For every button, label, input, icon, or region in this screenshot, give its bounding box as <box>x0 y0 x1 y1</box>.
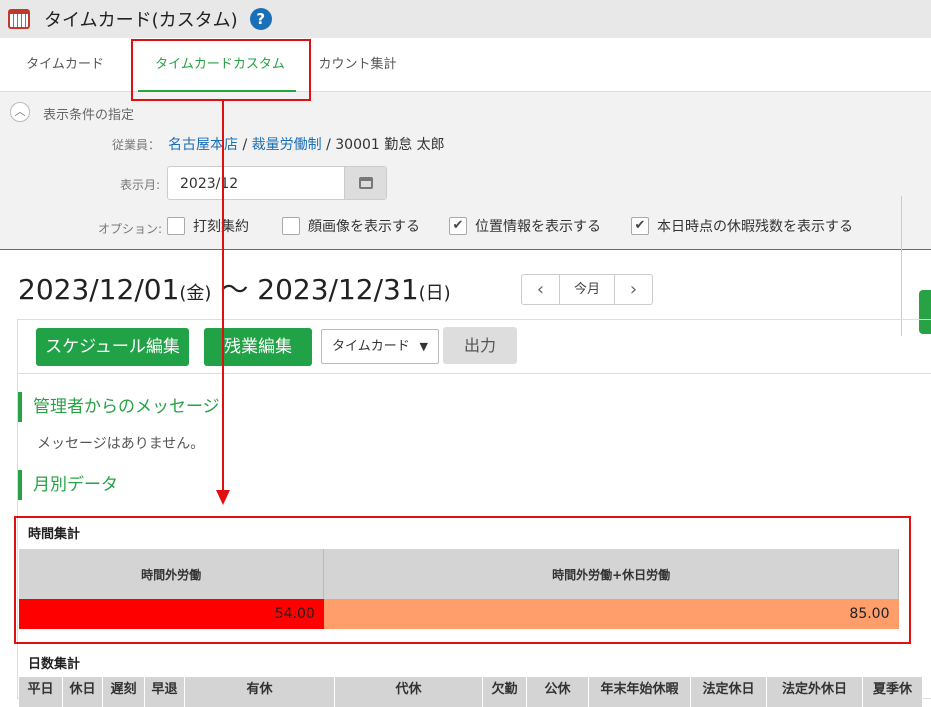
checkbox[interactable] <box>167 217 185 235</box>
highlight-box <box>14 516 911 644</box>
prev-month-button[interactable]: ‹ <box>522 275 559 304</box>
employee-store-link[interactable]: 名古屋本店 <box>168 137 238 153</box>
employee-breadcrumb: 名古屋本店 / 裁量労働制 / 30001 勤怠 太郎 <box>168 137 445 153</box>
day-column-header: 代休 <box>335 677 483 707</box>
employee-name: 30001 勤怠 太郎 <box>335 137 445 153</box>
tab-count-summary[interactable]: カウント集計 <box>310 38 405 92</box>
overtime-edit-button[interactable]: 残業編集 <box>204 328 312 366</box>
toolbar: スケジュール編集 残業編集 ▼ タイムカード 出力 <box>18 320 931 374</box>
message-section-title: 管理者からのメッセージ <box>18 392 220 422</box>
monthly-section-title: 月別データ <box>18 470 118 500</box>
day-column-header: 年末年始休暇 <box>589 677 691 707</box>
day-column-header: 遅刻 <box>103 677 145 707</box>
day-column-header: 有休 <box>185 677 335 707</box>
option-show-leave-balance[interactable]: ✔ 本日時点の休暇残数を表示する <box>631 216 853 236</box>
calendar-icon <box>8 9 30 29</box>
option-show-face[interactable]: 顔画像を表示する <box>282 216 420 236</box>
day-column-header: 公休 <box>527 677 589 707</box>
month-label: 表示月: <box>119 178 160 192</box>
month-navigation: ‹ 今月 › <box>521 274 653 305</box>
day-column-header: 法定休日 <box>691 677 767 707</box>
checkbox-checked[interactable]: ✔ <box>449 217 467 235</box>
help-icon[interactable]: ? <box>249 8 272 30</box>
checkbox[interactable] <box>282 217 300 235</box>
view-select[interactable]: ▼ タイムカード <box>321 329 439 364</box>
annotation-arrow <box>222 100 224 494</box>
day-column-header: 夏季休 <box>863 677 923 707</box>
conditions-title: 表示条件の指定 <box>43 108 135 123</box>
employee-label: 従業員： <box>111 138 160 152</box>
day-summary-header: 平日 休日 遅刻 早退 有休 代休 欠勤 公休 年末年始休暇 法定休日 法定外休日 夏季休 <box>19 677 923 707</box>
day-column-header: 早退 <box>145 677 185 707</box>
day-summary-title: 日数集計 <box>28 657 81 672</box>
tab-timecard[interactable]: タイムカード <box>0 38 130 92</box>
this-month-button[interactable]: 今月 <box>559 275 615 304</box>
day-column-header: 平日 <box>19 677 63 707</box>
highlight-box <box>131 39 311 101</box>
month-input[interactable]: 2023/12 <box>167 166 387 200</box>
title-bar: タイムカード(カスタム) ? <box>0 0 931 38</box>
dropdown-arrow-icon: ▼ <box>419 340 428 353</box>
collapse-toggle-icon[interactable]: ︿ <box>10 102 30 122</box>
options-label: オプション: <box>97 222 162 236</box>
next-month-button[interactable]: › <box>615 275 652 304</box>
day-column-header: 法定外休日 <box>767 677 863 707</box>
day-column-header: 欠勤 <box>483 677 527 707</box>
schedule-edit-button[interactable]: スケジュール編集 <box>36 328 189 366</box>
month-value[interactable]: 2023/12 <box>180 176 238 192</box>
checkbox-checked[interactable]: ✔ <box>631 217 649 235</box>
day-column-header: 休日 <box>63 677 103 707</box>
option-punch-aggregate[interactable]: 打刻集約 <box>167 216 249 236</box>
calendar-icon <box>359 177 373 189</box>
option-show-location[interactable]: ✔ 位置情報を表示する <box>449 216 601 236</box>
page-title: タイムカード(カスタム) <box>44 10 238 31</box>
employee-type-link[interactable]: 裁量労働制 <box>252 137 322 153</box>
arrow-head-icon <box>216 490 230 505</box>
divider <box>901 196 902 336</box>
month-picker-button[interactable] <box>344 167 386 199</box>
output-button[interactable]: 出力 <box>443 327 517 364</box>
period-heading: 2023/12/01(金) ～ 2023/12/31(日) <box>18 273 451 306</box>
message-body: メッセージはありません。 <box>37 436 205 452</box>
display-conditions-panel: ︿ 表示条件の指定 従業員： 名古屋本店 / 裁量労働制 / 30001 勤怠 … <box>0 92 931 336</box>
